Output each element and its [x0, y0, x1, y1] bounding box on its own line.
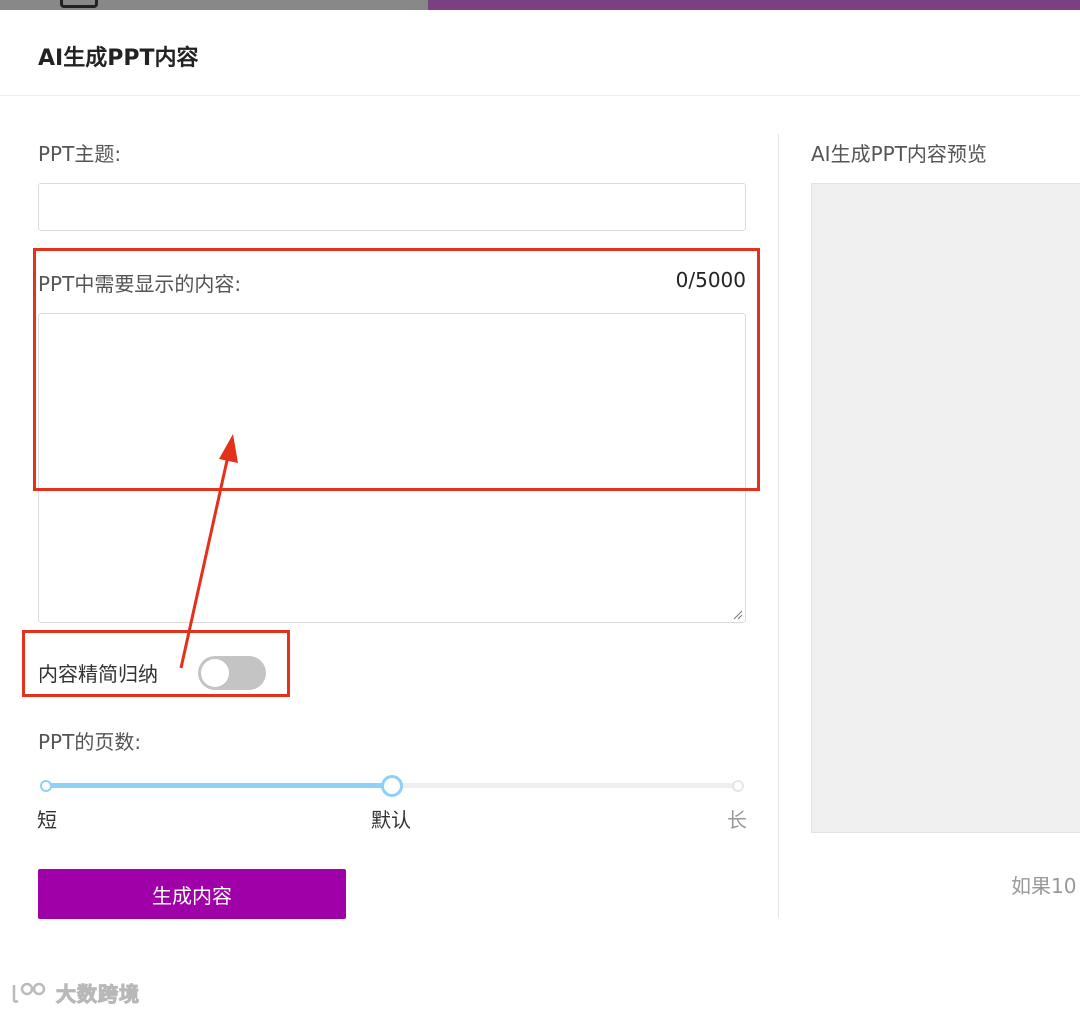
column-divider: [778, 134, 779, 918]
pages-slider-fill: [46, 783, 392, 788]
slider-stop-short[interactable]: [40, 780, 52, 792]
modal-header: AI生成PPT内容: [0, 10, 1080, 96]
pages-slider-handle[interactable]: [381, 775, 403, 797]
preview-hint: 如果10: [1011, 874, 1077, 898]
background-strip-right: [428, 0, 1080, 10]
slider-label-long: 长: [727, 808, 747, 832]
watermark: 大数跨境: [10, 978, 140, 1007]
pages-label: PPT的页数:: [38, 730, 142, 754]
annotation-highlight-content: [33, 248, 760, 491]
preview-area: [811, 183, 1080, 833]
page: AI生成PPT内容 PPT主题: PPT中需要显示的内容: 0/5000 内容精…: [0, 0, 1080, 1012]
resize-grip-icon[interactable]: [731, 608, 743, 620]
window-icon: [60, 0, 98, 8]
topic-label: PPT主题:: [38, 142, 122, 166]
slider-label-short: 短: [37, 808, 57, 832]
annotation-highlight-toggle: [22, 630, 290, 697]
preview-title: AI生成PPT内容预览: [811, 142, 987, 166]
topic-input[interactable]: [38, 183, 746, 231]
slider-stop-long[interactable]: [732, 780, 744, 792]
slider-label-default: 默认: [371, 808, 411, 832]
watermark-logo-icon: [12, 982, 46, 1003]
generate-content-button[interactable]: 生成内容: [38, 869, 346, 919]
watermark-text: 大数跨境: [56, 982, 140, 1007]
modal-title: AI生成PPT内容: [38, 46, 199, 71]
